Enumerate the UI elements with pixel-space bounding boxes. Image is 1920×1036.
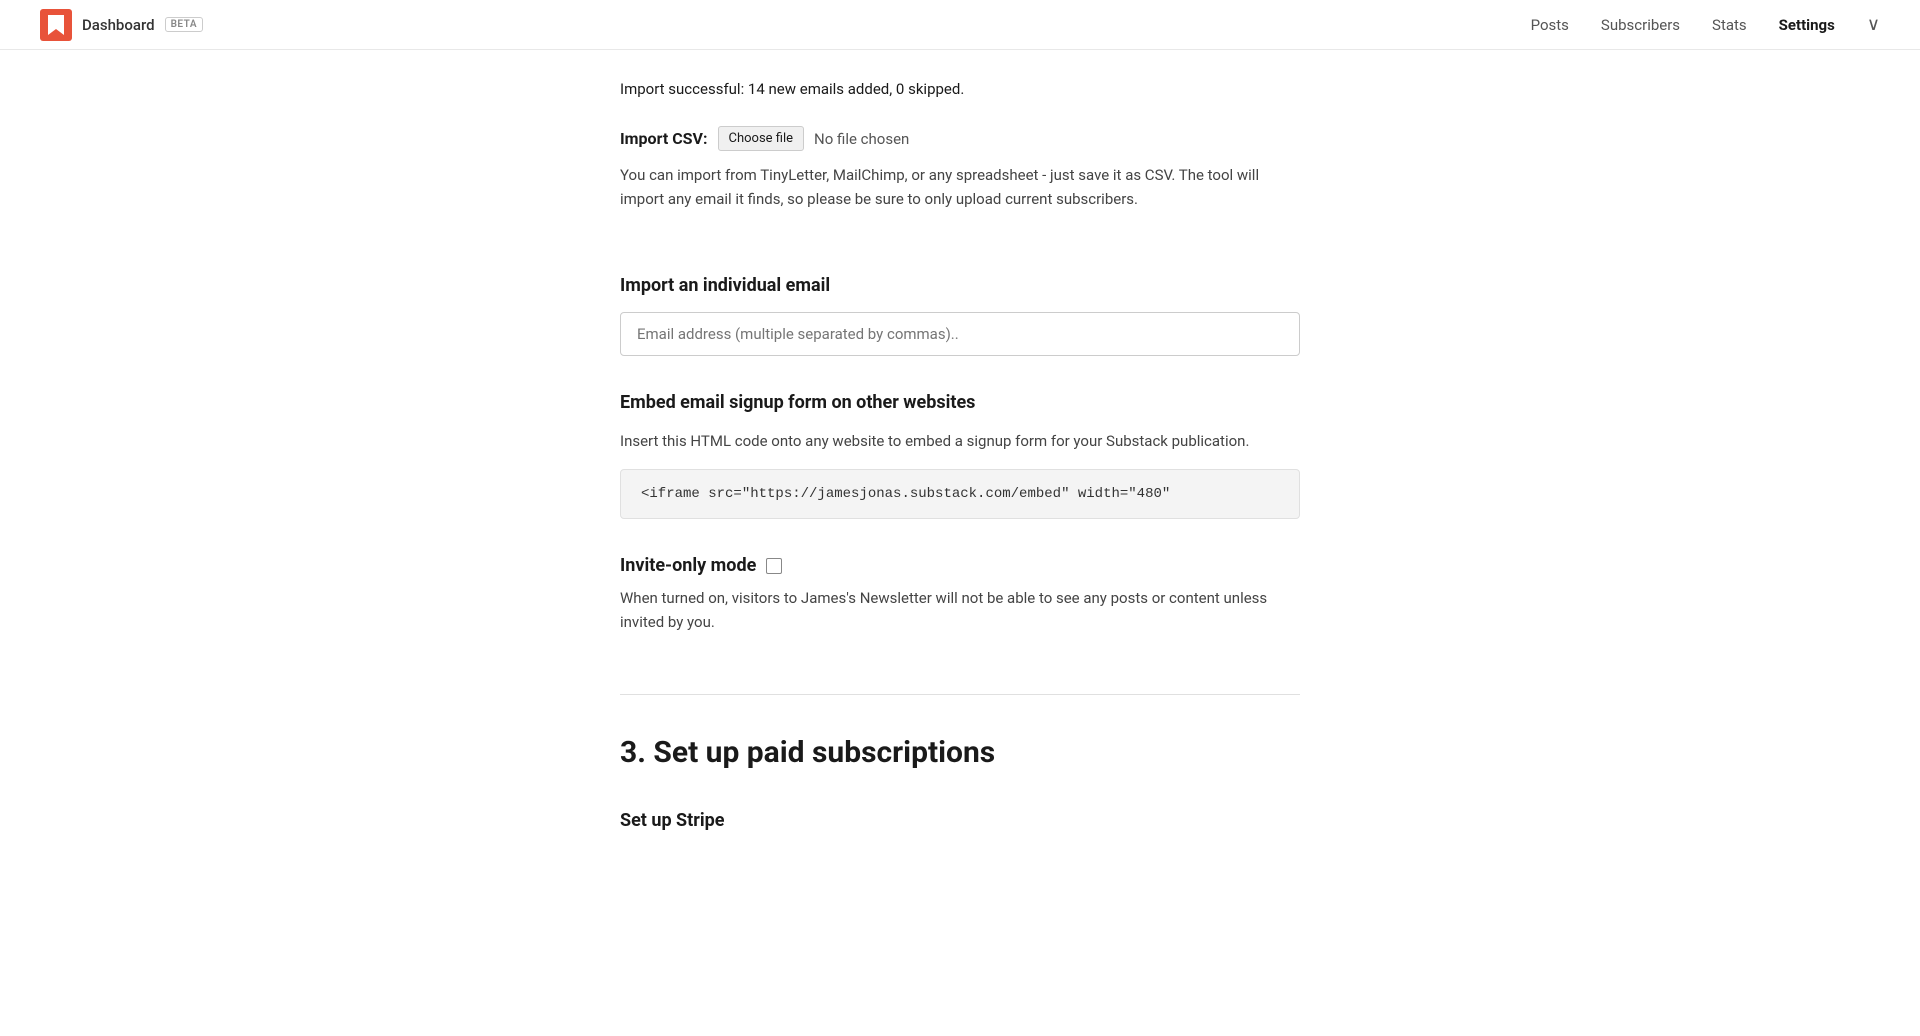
embed-title: Embed email signup form on other website…	[620, 392, 1300, 413]
invite-title: Invite-only mode	[620, 555, 756, 576]
nav-stats[interactable]: Stats	[1712, 16, 1747, 34]
import-csv-label-row: Import CSV: Choose file No file chosen	[620, 126, 1300, 151]
header-brand: Dashboard BETA	[40, 9, 203, 41]
logo-icon	[40, 9, 72, 41]
paid-subscriptions-title: 3. Set up paid subscriptions	[620, 735, 1300, 770]
main-header: Dashboard BETA Posts Subscribers Stats S…	[0, 0, 1920, 50]
import-email-section: Import an individual email	[620, 275, 1300, 356]
invite-section: Invite-only mode When turned on, visitor…	[620, 555, 1300, 634]
import-email-title: Import an individual email	[620, 275, 1300, 296]
import-csv-section: Import CSV: Choose file No file chosen Y…	[620, 126, 1300, 211]
email-input[interactable]	[620, 312, 1300, 356]
import-csv-description: You can import from TinyLetter, MailChim…	[620, 163, 1300, 211]
setup-stripe-title: Set up Stripe	[620, 810, 1300, 831]
dashboard-label: Dashboard	[82, 16, 155, 34]
chevron-down-icon[interactable]: ∨	[1867, 14, 1880, 35]
paid-subscriptions-section: 3. Set up paid subscriptions Set up Stri…	[620, 694, 1300, 831]
embed-code-block[interactable]: <iframe src="https://jamesjonas.substack…	[620, 469, 1300, 519]
nav-subscribers[interactable]: Subscribers	[1601, 16, 1680, 34]
import-csv-label-text: Import CSV:	[620, 129, 708, 148]
embed-description: Insert this HTML code onto any website t…	[620, 429, 1300, 453]
paid-section-number: 3.	[620, 735, 646, 770]
nav-settings[interactable]: Settings	[1779, 16, 1835, 34]
main-content: Import successful: 14 new emails added, …	[580, 0, 1340, 891]
success-message: Import successful: 14 new emails added, …	[620, 80, 1300, 98]
invite-description: When turned on, visitors to James's News…	[620, 586, 1300, 634]
invite-only-checkbox[interactable]	[766, 558, 782, 574]
choose-file-button[interactable]: Choose file	[718, 126, 805, 151]
main-nav: Posts Subscribers Stats Settings ∨	[1531, 14, 1880, 35]
invite-title-row: Invite-only mode	[620, 555, 1300, 576]
no-file-text: No file chosen	[814, 130, 909, 148]
nav-posts[interactable]: Posts	[1531, 16, 1569, 34]
embed-section: Embed email signup form on other website…	[620, 392, 1300, 519]
paid-section-title-text: Set up paid subscriptions	[653, 735, 995, 770]
beta-badge: BETA	[165, 17, 203, 32]
